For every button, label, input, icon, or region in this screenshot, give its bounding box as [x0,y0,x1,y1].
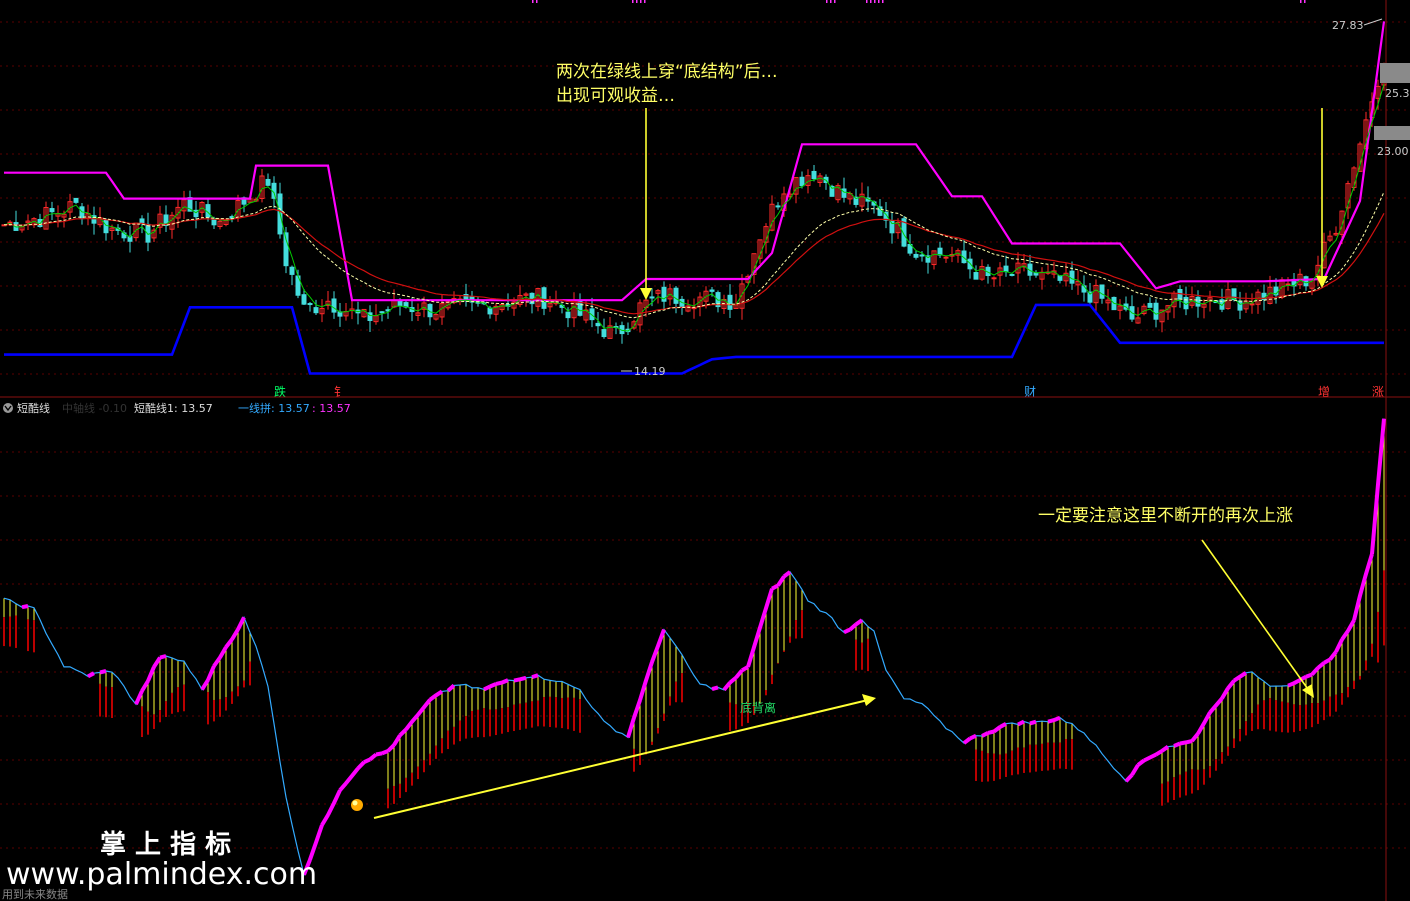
price-label-high: 27.83 [1332,19,1364,32]
candle-body [709,289,715,292]
top-edge-tick [870,0,872,3]
candle-body [1009,273,1015,276]
arrow-line-3 [1201,539,1311,693]
top-edge-tick [1304,0,1306,3]
candle-body [1153,302,1159,320]
top-edge-tick [882,0,884,3]
candle-body [649,296,655,299]
candle-body [565,311,571,319]
candle-body [301,294,307,305]
collapse-icon[interactable] [3,403,13,413]
candle-body [307,303,313,306]
candle-body [991,277,997,280]
candle-body [673,287,679,304]
top-edge-tick [640,0,642,3]
watermark-url: www.palmindex.com [6,857,317,892]
indicator-line-cyan [3,418,1385,877]
price-label-lowmid: 23.00 [1377,145,1409,158]
candle-body [913,253,919,258]
annotation-line2: 出现可观收益… [556,86,675,106]
candle-body [1147,302,1153,308]
top-edge-tick [866,0,868,3]
candle-body [919,254,925,257]
top-edge-tick [874,0,876,3]
candle-body [379,311,385,314]
footer-note: 用到未来数据 [2,887,68,901]
indicator-line2-label: 一线拼: 13.57 [238,401,310,415]
candle-body [811,170,817,180]
top-edge-tick [532,0,534,3]
top-edge-tick [644,0,646,3]
candle-body [595,322,601,327]
candle-body [103,219,109,234]
price-label-low: 14.19 [634,365,666,378]
candle-body [1003,265,1009,273]
candle-body [973,272,979,280]
candlesticks [1,62,1387,344]
indicator-histogram [3,418,1385,809]
candle-body [541,287,547,309]
candle-body [943,256,949,259]
green-ma-line [3,83,1385,332]
top-edge-tick [826,0,828,3]
stock-chart: 27.83 25.3 23.00 14.19 两次在绿线上穿“底结构”后… 出现… [0,0,1410,901]
candle-body [1069,270,1075,284]
candle-body [265,178,271,186]
indicator-panel [3,418,1386,877]
candle-body [289,266,295,275]
candle-body [727,294,733,310]
price-label-mid: 25.3 [1385,87,1410,100]
price-highlight-box [1380,63,1410,83]
arrow-head-3 [1302,684,1314,698]
annotation-line1: 两次在绿线上穿“底结构”后… [556,62,778,82]
divergence-label: 底背离 [740,700,776,715]
watermark: 掌 上 指 标 www.palmindex.com 用到未来数据 [2,830,317,901]
top-edge-tick [632,0,634,3]
candle-body [775,205,781,208]
candle-body [1195,296,1201,307]
candle-body [1099,284,1105,299]
indicator-name: 短酷线 [17,401,50,415]
indicator-line-magenta [21,418,1386,876]
top-edge-tick [878,0,880,3]
candle-body [313,307,319,314]
candle-body [331,298,337,313]
top-edge-tick [1300,0,1302,3]
candle-body [397,300,403,307]
indicator-faded-label: 中轴线 -0.10 [62,401,127,415]
price-pointer [1363,18,1383,26]
top-edge-tick [830,0,832,3]
bottom-annotation: 一定要注意这里不断开的再次上涨 [1038,506,1293,526]
candle-body [49,208,55,213]
indicator-line2-value: : 13.57 [312,402,351,415]
bottom-annotations: 一定要注意这里不断开的再次上涨 底背离 [351,506,1314,819]
divergence-arrow-head [862,694,876,706]
top-edge-tick [536,0,538,3]
candle-body [601,329,607,338]
candle-body [73,197,79,203]
price-highlight-box [1374,126,1410,140]
candle-body [841,188,847,198]
candle-body [1303,276,1309,287]
red-ma-line [3,208,1385,315]
signal-dot-icon [351,799,363,811]
candle-body [577,301,583,316]
signal-dot-highlight [352,800,358,806]
candle-body [139,218,145,224]
top-edge-tick [636,0,638,3]
indicator-line1-label: 短酷线1: 13.57 [134,401,213,415]
indicator-header: 短酷线 中轴线 -0.10 短酷线1: 13.57 一线拼: 13.57 : 1… [3,401,351,415]
candle-body [799,176,805,187]
candle-body [1285,283,1291,286]
top-edge-tick [834,0,836,3]
watermark-title: 掌 上 指 标 [100,830,231,860]
